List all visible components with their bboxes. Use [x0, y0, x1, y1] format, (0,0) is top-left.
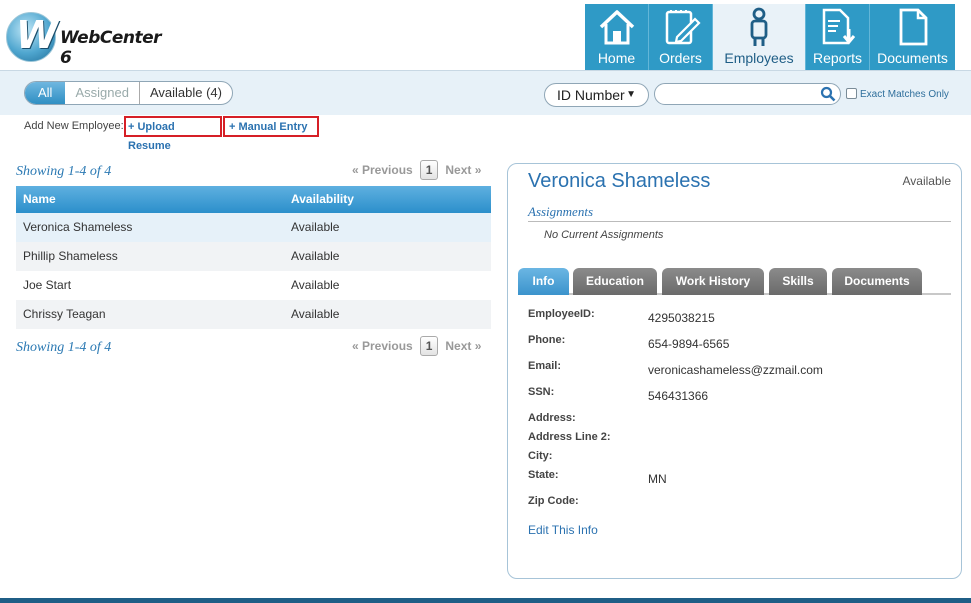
tab-education[interactable]: Education	[573, 268, 657, 295]
add-employee-label: Add New Employee:	[24, 120, 124, 132]
upload-resume-link[interactable]: + Upload Resume	[124, 116, 222, 152]
employee-name: Veronica Shameless	[23, 220, 133, 234]
clipboard-pencil-icon	[665, 10, 701, 45]
employee-row[interactable]: Chrissy Teagan Available	[16, 300, 491, 329]
nav-reports-label: Reports	[812, 50, 863, 66]
filter-available-button[interactable]: Available (4)	[140, 82, 232, 104]
webcenter-logo[interactable]: W WebCenter 6	[4, 10, 174, 68]
page-number-button[interactable]: 1	[420, 160, 439, 180]
id-type-select[interactable]: ID Number ▼	[544, 83, 649, 107]
employee-id-label: EmployeeID:	[528, 308, 595, 320]
phone-label: Phone:	[528, 334, 566, 346]
showing-count-bottom: Showing 1-4 of 4	[16, 340, 112, 355]
app-header: W WebCenter 6 Home Orders Employees Repo…	[0, 0, 971, 71]
employee-availability: Available	[291, 220, 340, 234]
exact-matches-toggle[interactable]: Exact Matches Only	[846, 88, 949, 100]
previous-page-link[interactable]: « Previous	[352, 163, 413, 177]
status-filter: All Assigned Available (4)	[24, 81, 233, 105]
page-number-button[interactable]: 1	[420, 336, 439, 356]
id-type-value: ID Number	[557, 87, 625, 103]
nav-orders-label: Orders	[659, 50, 702, 66]
address-line-2-label: Address Line 2:	[528, 431, 611, 443]
search-icon[interactable]	[820, 86, 836, 102]
nav-employees[interactable]: Employees	[713, 4, 806, 70]
tab-skills[interactable]: Skills	[769, 268, 827, 295]
column-header-name[interactable]: Name	[23, 186, 56, 213]
state-value: MN	[648, 472, 667, 486]
ssn-label: SSN:	[528, 386, 555, 398]
assignments-heading: Assignments	[528, 204, 951, 222]
employee-detail-name: Veronica Shameless	[528, 170, 711, 192]
detail-tabs: Info Education Work History Skills Docum…	[518, 268, 951, 295]
employee-name: Joe Start	[23, 278, 72, 292]
bottom-border	[0, 598, 971, 603]
zip-code-label: Zip Code:	[528, 495, 579, 507]
pager-bottom: « Previous 1 Next »	[352, 336, 481, 356]
filter-all-button[interactable]: All	[25, 82, 66, 104]
list-header: Name Availability	[16, 186, 491, 213]
no-assignments-text: No Current Assignments	[544, 229, 664, 241]
next-page-link[interactable]: Next »	[445, 339, 481, 353]
next-page-link[interactable]: Next »	[445, 163, 481, 177]
exact-matches-label: Exact Matches Only	[860, 89, 949, 100]
employee-name: Chrissy Teagan	[23, 307, 106, 321]
exact-matches-checkbox[interactable]	[846, 88, 857, 99]
filter-assigned-button[interactable]: Assigned	[65, 82, 140, 104]
pager-top: « Previous 1 Next »	[352, 160, 481, 180]
document-icon	[899, 8, 927, 46]
person-icon	[750, 7, 768, 46]
logo-text: WebCenter 6	[60, 28, 162, 68]
search-input[interactable]	[654, 83, 841, 105]
showing-count-top: Showing 1-4 of 4	[16, 164, 112, 179]
employee-id-value: 4295038215	[648, 311, 715, 325]
nav-home[interactable]: Home	[585, 4, 649, 70]
nav-reports[interactable]: Reports	[806, 4, 870, 70]
city-label: City:	[528, 450, 553, 462]
dropdown-caret-icon: ▼	[626, 89, 636, 100]
email-value: veronicashameless@zzmail.com	[648, 363, 823, 377]
home-icon	[599, 10, 634, 45]
address-label: Address:	[528, 412, 576, 424]
previous-page-link[interactable]: « Previous	[352, 339, 413, 353]
employee-row[interactable]: Veronica Shameless Available	[16, 213, 491, 242]
tab-documents[interactable]: Documents	[832, 268, 922, 295]
employee-row[interactable]: Joe Start Available	[16, 271, 491, 300]
tab-info[interactable]: Info	[518, 268, 569, 295]
nav-employees-label: Employees	[724, 50, 794, 66]
nav-documents[interactable]: Documents	[870, 4, 955, 70]
manual-entry-link[interactable]: + Manual Entry	[223, 116, 319, 137]
edit-info-link[interactable]: Edit This Info	[528, 523, 598, 537]
employee-list: Name Availability Veronica Shameless Ava…	[16, 186, 491, 329]
report-download-icon	[822, 8, 855, 45]
nav-home-label: Home	[597, 50, 636, 66]
phone-value: 654-9894-6565	[648, 337, 730, 351]
email-label: Email:	[528, 360, 562, 372]
employee-availability: Available	[291, 307, 340, 321]
logo-letter: W	[16, 13, 58, 57]
employee-name: Phillip Shameless	[23, 249, 118, 263]
nav-documents-label: Documents	[877, 50, 948, 66]
nav-orders[interactable]: Orders	[649, 4, 713, 70]
employee-detail-card: Veronica Shameless Available Assignments…	[507, 163, 962, 579]
employee-row[interactable]: Phillip Shameless Available	[16, 242, 491, 271]
employee-availability: Available	[291, 249, 340, 263]
ssn-value: 546431366	[648, 389, 709, 403]
employee-status: Available	[902, 174, 951, 188]
main-nav: Home Orders Employees Reports Documents	[585, 4, 955, 70]
employee-availability: Available	[291, 278, 340, 292]
state-label: State:	[528, 469, 559, 481]
tab-work-history[interactable]: Work History	[662, 268, 764, 295]
column-header-availability[interactable]: Availability	[291, 186, 354, 213]
